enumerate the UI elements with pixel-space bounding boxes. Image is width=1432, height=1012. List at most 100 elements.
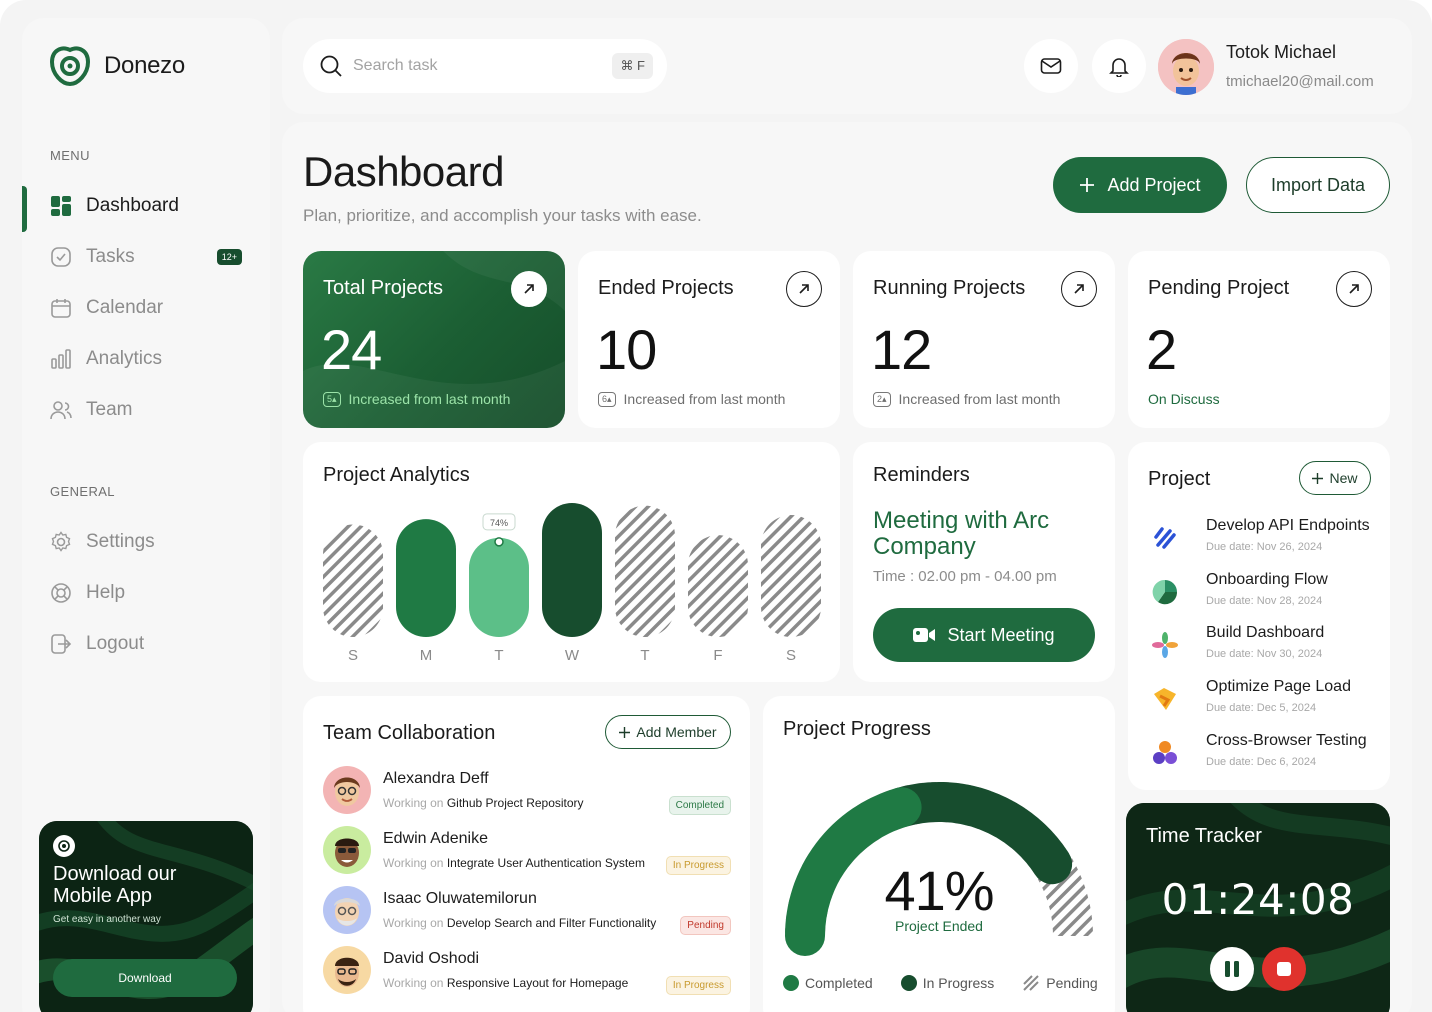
main-content: Dashboard Plan, prioritize, and accompli…	[282, 122, 1412, 1012]
lightning-icon	[1154, 688, 1176, 710]
project-due: Due date: Nov 26, 2024	[1206, 541, 1323, 553]
add-member-button[interactable]: Add Member	[605, 715, 731, 749]
increase-tag: 5▴	[323, 391, 341, 407]
page-title: Dashboard	[303, 148, 504, 195]
promo-logo-icon	[53, 835, 75, 857]
sidebar-item-label: Settings	[86, 531, 155, 552]
arrow-up-right-icon[interactable]	[1336, 271, 1372, 307]
search-input[interactable]	[353, 57, 593, 75]
analytics-bar	[323, 524, 383, 637]
analytics-bar	[396, 519, 456, 637]
sidebar-item-logout[interactable]: Logout	[22, 622, 270, 666]
increase-tag-value: 6	[602, 393, 608, 404]
stat-note-text: Increased from last month	[898, 391, 1061, 407]
add-project-label: Add Project	[1107, 174, 1201, 195]
mail-icon	[1040, 58, 1062, 74]
arrow-up-right-icon[interactable]	[1061, 271, 1097, 307]
project-name: Develop API Endpoints	[1206, 517, 1370, 534]
pinwheel-icon	[1152, 632, 1178, 658]
search-bar[interactable]: ⌘ F	[303, 39, 667, 93]
sidebar-item-calendar[interactable]: Calendar	[22, 286, 270, 330]
tracker-time: 01:24:08	[1161, 875, 1355, 924]
sidebar-item-analytics[interactable]: Analytics	[22, 337, 270, 381]
stop-icon	[1277, 962, 1291, 976]
project-name: Cross-Browser Testing	[1206, 732, 1367, 749]
stat-card-ended-projects[interactable]: Ended Projects 10 6▴ Increased from last …	[578, 251, 840, 428]
project-item[interactable]: Cross-Browser Testing Due date: Dec 6, 2…	[1150, 732, 1380, 776]
sidebar-item-tasks[interactable]: Tasks 12+	[22, 235, 270, 279]
analytics-day-label: S	[348, 647, 358, 664]
reminders-card: Reminders Meeting with Arc Company Time …	[853, 442, 1115, 682]
avatar	[323, 946, 371, 994]
sidebar-item-label: Calendar	[86, 297, 164, 318]
analytics-chart: S M T 74% W T F S	[323, 503, 821, 664]
arrow-up-right-icon[interactable]	[511, 271, 547, 307]
team-member-row[interactable]: Edwin Adenike Working on Integrate User …	[323, 826, 731, 878]
stat-value: 2	[1146, 318, 1177, 381]
progress-percent: 41%	[884, 859, 994, 922]
project-name: Build Dashboard	[1206, 624, 1325, 641]
project-item[interactable]: Develop API Endpoints Due date: Nov 26, …	[1150, 517, 1380, 561]
grid-icon	[51, 196, 71, 216]
sidebar-item-label: Team	[86, 399, 133, 420]
sidebar-item-help[interactable]: Help	[22, 571, 270, 615]
stat-note-text: Increased from last month	[348, 391, 511, 407]
member-name: Edwin Adenike	[383, 830, 488, 847]
sidebar-item-team[interactable]: Team	[22, 388, 270, 432]
stop-button[interactable]	[1262, 947, 1306, 991]
tasks-count-badge: 12+	[216, 249, 242, 265]
project-due: Due date: Nov 28, 2024	[1206, 595, 1323, 607]
brand-name: Donezo	[104, 52, 185, 79]
stat-note: 5▴ Increased from last month	[323, 391, 510, 407]
download-button[interactable]: Download	[53, 959, 237, 997]
analytics-day-label: S	[786, 647, 796, 664]
import-data-button[interactable]: Import Data	[1246, 157, 1390, 213]
add-project-button[interactable]: Add Project	[1053, 157, 1227, 213]
status-badge: In Progress	[665, 856, 731, 875]
clipboard-check-icon	[51, 247, 71, 267]
add-member-label: Add Member	[636, 724, 717, 740]
team-member-row[interactable]: Isaac Oluwatemilorun Working on Develop …	[323, 886, 731, 938]
arrow-up-right-icon[interactable]	[786, 271, 822, 307]
slashes-icon	[1154, 527, 1176, 549]
project-list-title: Project	[1148, 468, 1211, 490]
brand[interactable]: Donezo	[48, 44, 185, 88]
analytics-day-label: M	[420, 647, 433, 664]
stat-card-pending-project[interactable]: Pending Project 2 On Discuss	[1128, 251, 1390, 428]
legend-completed: Completed	[783, 974, 873, 992]
pause-icon	[1225, 961, 1239, 977]
stat-card-running-projects[interactable]: Running Projects 12 2▴ Increased from las…	[853, 251, 1115, 428]
sidebar-item-dashboard[interactable]: Dashboard	[22, 184, 270, 232]
notifications-button[interactable]	[1092, 39, 1146, 93]
topbar: ⌘ F Totok Michael tmichael20@mail.com	[282, 18, 1412, 114]
stat-card-total-projects[interactable]: Total Projects 24 5▴ Increased from last …	[303, 251, 565, 428]
team-member-row[interactable]: David Oshodi Working on Responsive Layou…	[323, 946, 731, 998]
project-item[interactable]: Build Dashboard Due date: Nov 30, 2024	[1150, 624, 1380, 668]
menu-section-label: MENU	[50, 148, 90, 163]
sidebar-item-settings[interactable]: Settings	[22, 520, 270, 564]
logout-icon	[51, 634, 72, 654]
analytics-day-label: F	[713, 647, 722, 664]
project-item[interactable]: Optimize Page Load Due date: Dec 5, 2024	[1150, 678, 1380, 722]
sidebar-item-label: Dashboard	[86, 195, 179, 216]
plus-icon	[1312, 472, 1324, 484]
progress-gauge	[785, 781, 1093, 956]
promo-title: Download our Mobile App	[53, 863, 177, 907]
member-task-name: Develop Search and Filter Functionality	[446, 916, 657, 930]
start-meeting-label: Start Meeting	[947, 624, 1055, 645]
analytics-bar	[688, 535, 748, 637]
mail-button[interactable]	[1024, 39, 1078, 93]
analytics-tooltip: 74%	[490, 518, 508, 528]
new-project-button[interactable]: New	[1299, 461, 1371, 495]
pause-button[interactable]	[1210, 947, 1254, 991]
sidebar: Donezo MENU Dashboard Tasks 12+ Calendar…	[22, 18, 270, 1012]
sidebar-item-label: Logout	[86, 633, 145, 654]
project-item[interactable]: Onboarding Flow Due date: Nov 28, 2024	[1150, 571, 1380, 615]
team-member-row[interactable]: Alexandra Deff Working on Github Project…	[323, 766, 731, 818]
start-meeting-button[interactable]: Start Meeting	[873, 608, 1095, 662]
user-avatar[interactable]	[1158, 39, 1214, 95]
analytics-day-label: T	[494, 647, 503, 664]
legend-in-progress-label: In Progress	[922, 975, 995, 991]
circles-icon	[1153, 741, 1177, 764]
sidebar-item-label: Analytics	[86, 348, 163, 369]
